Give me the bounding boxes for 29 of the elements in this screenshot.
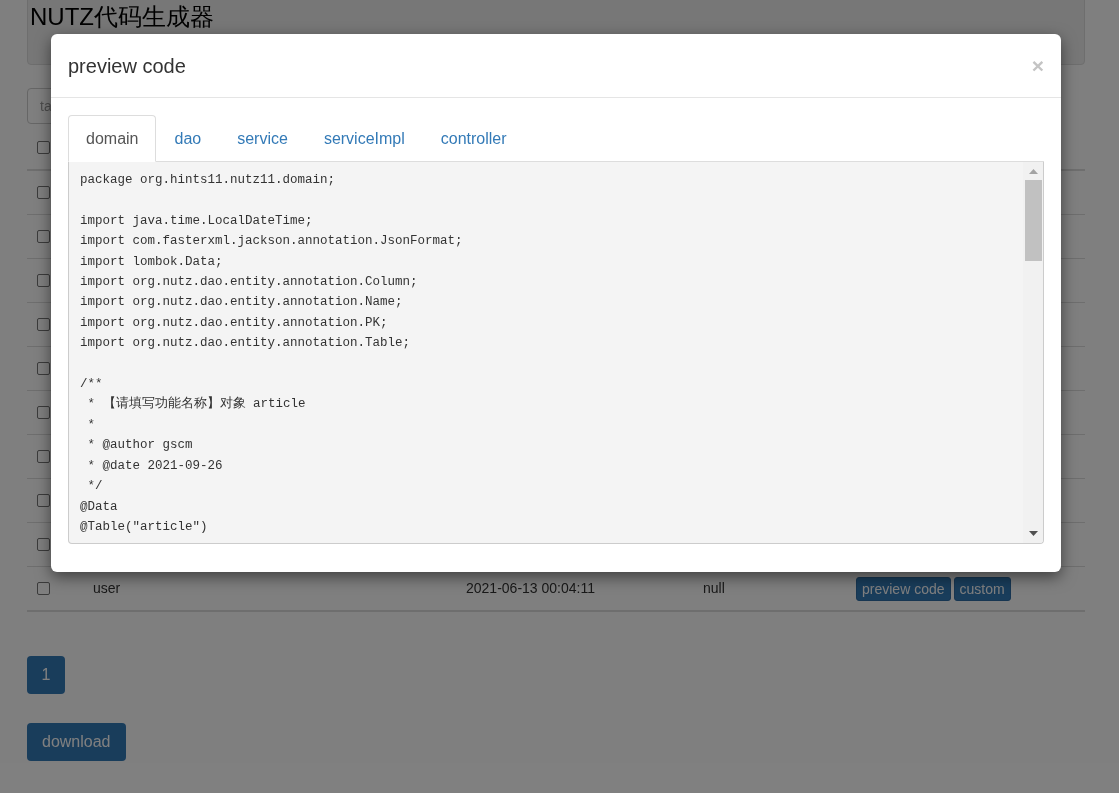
table-cell-text: null <box>703 579 726 598</box>
page-title: NUTZ代码生成器 <box>30 4 215 30</box>
checkbox[interactable] <box>37 362 50 375</box>
preview-code-button[interactable]: preview code <box>856 576 951 601</box>
page-button[interactable]: 1 <box>27 656 65 694</box>
scroll-up-icon[interactable] <box>1028 169 1038 174</box>
tab[interactable]: service <box>219 115 306 162</box>
scroll-down-icon[interactable] <box>1028 531 1038 536</box>
modal-title: preview code <box>68 53 186 79</box>
custom-button[interactable]: custom <box>953 576 1011 601</box>
download-button[interactable]: download <box>27 723 126 761</box>
tab[interactable]: domain <box>68 115 157 162</box>
checkbox[interactable] <box>37 274 50 287</box>
checkbox[interactable] <box>37 494 50 507</box>
checkbox[interactable] <box>37 538 50 551</box>
checkbox[interactable] <box>37 230 50 243</box>
tab[interactable]: controller <box>422 115 525 162</box>
scrollbar-thumb[interactable] <box>1024 180 1042 261</box>
checkbox[interactable] <box>37 140 50 154</box>
checkbox[interactable] <box>37 582 50 595</box>
tab[interactable]: serviceImpl <box>305 115 423 162</box>
code-text: package org.hints11.nutz11.domain; import java.time.LocalDateTime; import com.fasterxml.jackson.annotation.JsonFormat; import lombok.Data; import org.nutz.dao.entity.annotation.Column; import org.nutz.dao.entity.annotation.Name; import org.nutz.dao.entity.annotation.PK; import org.nutz.dao.entity.annotation.Table; /** * 【请填写功能名称】对象 article * * @author gscm * @date 2021-09-26 */ @Data @Table("article") <box>79 172 464 536</box>
checkbox[interactable] <box>37 406 50 419</box>
tab[interactable]: dao <box>156 115 220 162</box>
checkbox[interactable] <box>37 186 50 199</box>
checkbox[interactable] <box>37 318 50 331</box>
checkbox[interactable] <box>37 450 50 463</box>
table-cell-text: user <box>93 579 122 598</box>
table-cell-text: 2021-06-13 00:04:11 <box>466 579 596 598</box>
